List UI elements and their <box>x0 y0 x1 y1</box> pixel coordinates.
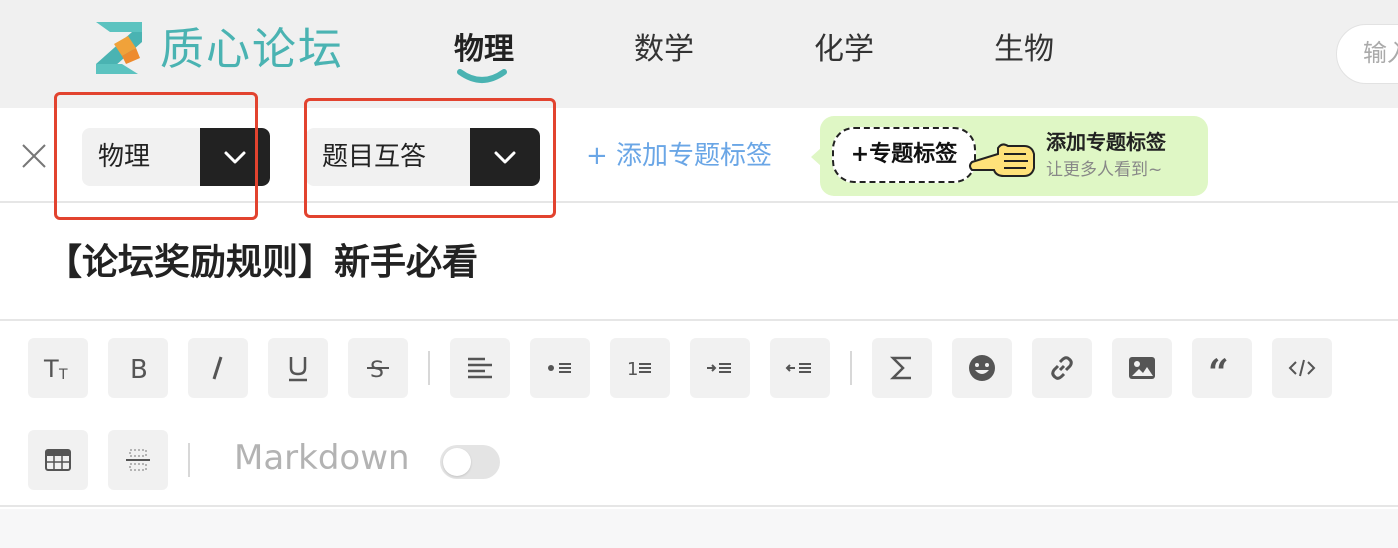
emoji-icon[interactable] <box>952 338 1012 398</box>
search-input[interactable] <box>1363 39 1398 67</box>
formula-icon[interactable] <box>872 338 932 398</box>
strikethrough-icon[interactable]: S <box>348 338 408 398</box>
site-logo[interactable] <box>92 18 152 80</box>
markdown-toggle[interactable] <box>440 445 500 479</box>
bullet-list-icon[interactable] <box>530 338 590 398</box>
svg-text:“: “ <box>1208 353 1229 383</box>
editor-content-area[interactable] <box>0 509 1398 548</box>
divider-icon[interactable] <box>108 430 168 490</box>
tag-selection-row: 物理 题目互答 + 添加专题标签 +专题标签 添加专题标签 让更多人看到~ <box>0 92 1398 220</box>
svg-text:T: T <box>58 367 68 383</box>
toolbar-separator <box>188 443 190 477</box>
search-box[interactable] <box>1336 24 1398 84</box>
site-title[interactable]: 质心论坛 <box>160 20 344 80</box>
svg-text:B: B <box>130 355 148 383</box>
text-size-icon[interactable]: TT <box>28 338 88 398</box>
markdown-label: Markdown <box>234 438 410 478</box>
numbered-list-icon[interactable]: 1 <box>610 338 670 398</box>
italic-icon[interactable] <box>188 338 248 398</box>
nav-tab-chemistry[interactable]: 化学 <box>814 28 874 72</box>
link-icon[interactable] <box>1032 338 1092 398</box>
nav-active-indicator <box>457 69 507 83</box>
editor-toolbar: TT B S 1 “ Markdown <box>0 321 1398 507</box>
hint-title: 添加专题标签 <box>1046 130 1166 154</box>
highlight-box-type <box>304 98 556 218</box>
topic-tag-hint-bubble: +专题标签 添加专题标签 让更多人看到~ <box>811 116 1208 196</box>
post-title[interactable]: 【论坛奖励规则】新手必看 <box>46 237 478 289</box>
nav-tab-biology[interactable]: 生物 <box>994 28 1054 72</box>
quote-icon[interactable]: “ <box>1192 338 1252 398</box>
pointing-hand-icon <box>969 143 1035 177</box>
code-icon[interactable] <box>1272 338 1332 398</box>
svg-text:S: S <box>370 358 384 383</box>
underline-icon[interactable] <box>268 338 328 398</box>
highlight-box-subject <box>54 92 258 220</box>
nav-tab-math[interactable]: 数学 <box>634 28 694 72</box>
indent-icon[interactable] <box>690 338 750 398</box>
bold-icon[interactable]: B <box>108 338 168 398</box>
table-icon[interactable] <box>28 430 88 490</box>
align-left-icon[interactable] <box>450 338 510 398</box>
svg-text:T: T <box>43 355 59 383</box>
hint-subtitle: 让更多人看到~ <box>1046 160 1163 180</box>
image-icon[interactable] <box>1112 338 1172 398</box>
close-icon[interactable] <box>20 142 48 170</box>
svg-text:1: 1 <box>627 359 638 380</box>
toggle-knob <box>443 448 471 476</box>
add-topic-tag-link[interactable]: + 添加专题标签 <box>586 136 772 176</box>
toolbar-separator <box>850 351 852 385</box>
outdent-icon[interactable] <box>770 338 830 398</box>
post-title-area[interactable]: 【论坛奖励规则】新手必看 <box>0 203 1398 321</box>
toolbar-separator <box>428 351 430 385</box>
topic-tag-button[interactable]: +专题标签 <box>832 127 976 183</box>
